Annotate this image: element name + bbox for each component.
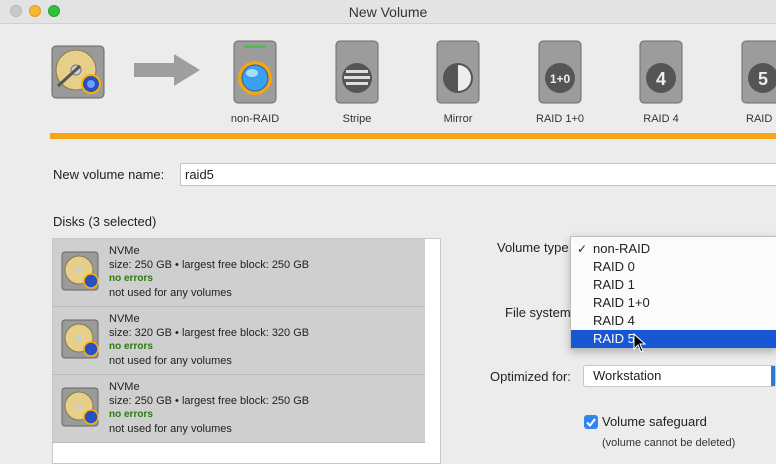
raid5-icon: 5 (741, 40, 776, 104)
disk-list-item[interactable]: NVMe size: 250 GB • largest free block: … (53, 239, 425, 307)
svg-text:1+0: 1+0 (550, 72, 571, 86)
hard-disk-icon (61, 251, 99, 291)
menu-item-raid10[interactable]: RAID 1+0 (571, 294, 776, 312)
raid-option-label: RAID 5 (746, 113, 776, 125)
raid10-icon: 1+0 (538, 40, 582, 104)
volume-safeguard-checkbox[interactable] (584, 415, 598, 429)
disk-size: size: 250 GB • largest free block: 250 G… (109, 395, 310, 407)
raid-option-label: RAID 4 (643, 113, 679, 125)
disk-status: no errors (109, 273, 153, 284)
disk-status: no errors (109, 341, 153, 352)
menu-item-label: RAID 4 (593, 313, 635, 328)
raid-option-raid4[interactable]: 4 RAID 4 (621, 40, 701, 125)
disk-list-item[interactable]: NVMe size: 320 GB • largest free block: … (53, 307, 425, 375)
menu-item-label: RAID 1+0 (593, 295, 650, 310)
hard-disk-icon (61, 319, 99, 359)
disks-header: Disks (3 selected) (53, 214, 157, 229)
checkmark-icon: ✓ (577, 242, 588, 256)
volume-type-label: Volume type (497, 240, 569, 255)
raid-option-raid10[interactable]: 1+0 RAID 1+0 (520, 40, 600, 125)
raid-option-stripe[interactable]: Stripe (317, 40, 397, 125)
menu-item-raid5[interactable]: RAID 5 (571, 330, 776, 348)
disk-list[interactable]: NVMe size: 250 GB • largest free block: … (52, 238, 441, 464)
optimized-for-label: Optimized for: (490, 369, 571, 384)
disk-size: size: 320 GB • largest free block: 320 G… (109, 327, 310, 339)
raid-option-label: RAID 1+0 (536, 113, 584, 125)
hard-disk-icon (51, 45, 105, 99)
disk-usage: not used for any volumes (109, 355, 232, 367)
menu-item-raid1[interactable]: RAID 1 (571, 276, 776, 294)
window-title: New Volume (348, 4, 428, 20)
title-bar: New Volume (0, 0, 776, 24)
arrow-right-icon (134, 54, 200, 86)
menu-item-label: RAID 1 (593, 277, 635, 292)
optimized-for-value: Workstation (593, 368, 662, 383)
optimized-for-select[interactable]: Workstation (583, 365, 776, 387)
mouse-cursor-icon (633, 333, 647, 353)
file-system-label: File system (505, 305, 571, 320)
volume-safeguard-note: (volume cannot be deleted) (602, 437, 736, 449)
raid-option-label: non-RAID (230, 113, 280, 125)
hard-disk-icon (61, 387, 99, 427)
volume-type-menu[interactable]: ✓ non-RAID RAID 0 RAID 1 RAID 1+0 RAID 4… (570, 236, 776, 349)
globe-icon (233, 40, 277, 104)
menu-item-raid0[interactable]: RAID 0 (571, 258, 776, 276)
checkmark-icon (586, 418, 596, 428)
raid-option-raid5[interactable]: 5 RAID 5 (722, 40, 776, 125)
menu-item-raid4[interactable]: RAID 4 (571, 312, 776, 330)
menu-item-label: RAID 0 (593, 259, 635, 274)
raid-option-label: Stripe (342, 113, 372, 125)
disk-size: size: 250 GB • largest free block: 250 G… (109, 259, 310, 271)
selection-indicator-bar (50, 133, 776, 139)
volume-safeguard-label: Volume safeguard (602, 414, 707, 429)
disk-list-item[interactable]: NVMe size: 250 GB • largest free block: … (53, 375, 425, 443)
raid4-icon: 4 (639, 40, 683, 104)
stripe-icon (335, 40, 379, 104)
disk-status: no errors (109, 409, 153, 420)
mirror-icon (436, 40, 480, 104)
disk-name: NVMe (109, 381, 140, 393)
select-arrow-icon (771, 366, 775, 386)
menu-item-non-raid[interactable]: ✓ non-RAID (571, 240, 776, 258)
raid-option-label: Mirror (443, 113, 473, 125)
svg-text:4: 4 (656, 69, 666, 89)
svg-text:5: 5 (758, 69, 768, 89)
disk-usage: not used for any volumes (109, 423, 232, 435)
raid-option-non-raid[interactable]: non-RAID (215, 40, 295, 125)
disk-name: NVMe (109, 313, 140, 325)
menu-item-label: RAID 5 (593, 331, 635, 346)
disk-usage: not used for any volumes (109, 287, 232, 299)
menu-item-label: non-RAID (593, 241, 651, 256)
disk-name: NVMe (109, 245, 140, 257)
volume-name-label: New volume name: (53, 167, 165, 182)
raid-option-mirror[interactable]: Mirror (418, 40, 498, 125)
volume-name-input[interactable] (180, 163, 776, 186)
